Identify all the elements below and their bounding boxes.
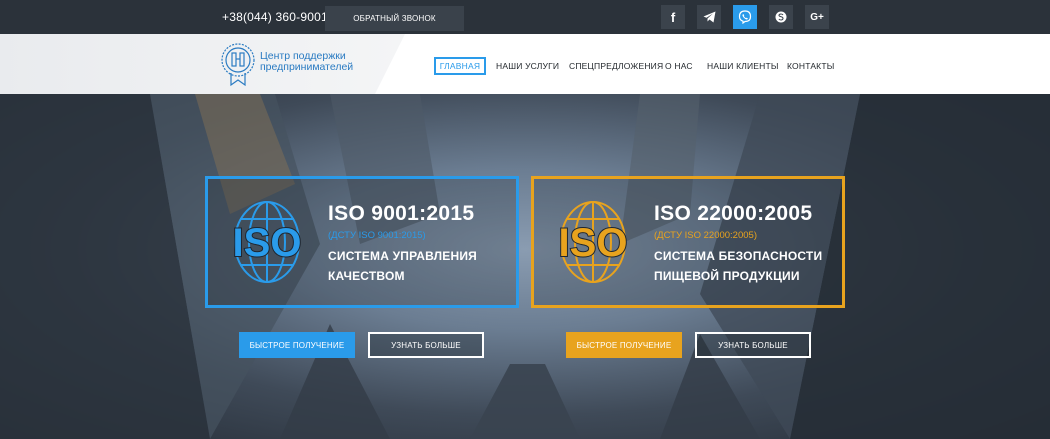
telegram-icon[interactable]: [697, 5, 721, 29]
logo-text[interactable]: Центр поддержки предпринимателей: [260, 51, 353, 73]
google-plus-glyph: G+: [810, 11, 824, 23]
nav-item-special-offers[interactable]: СПЕЦПРЕДЛОЖЕНИЯ: [569, 61, 663, 71]
iso-globe-logo-blue-icon: ISO: [232, 201, 302, 283]
callback-button[interactable]: ОБРАТНЫЙ ЗВОНОК: [325, 6, 464, 31]
iso-22000-learn-more-button[interactable]: УЗНАТЬ БОЛЬШЕ: [695, 332, 811, 358]
card-subtitle: (ДСТУ ISO 9001:2015): [328, 230, 426, 241]
card-description-line-1: СИСТЕМА БЕЗОПАСНОСТИ: [654, 249, 823, 263]
iso-22000-quick-get-button[interactable]: БЫСТРОЕ ПОЛУЧЕНИЕ: [566, 332, 682, 358]
iso-globe-logo-orange-icon: ISO: [558, 201, 628, 283]
company-logo-icon[interactable]: [218, 41, 264, 87]
card-description: СИСТЕМА УПРАВЛЕНИЯ КАЧЕСТВОМ: [328, 246, 508, 286]
iso-logo-text: ISO: [559, 221, 628, 265]
skype-icon[interactable]: [769, 5, 793, 29]
google-plus-icon[interactable]: G+: [805, 5, 829, 29]
nav-item-clients[interactable]: НАШИ КЛИЕНТЫ: [707, 61, 779, 71]
nav-item-services[interactable]: НАШИ УСЛУГИ: [496, 61, 559, 71]
nav-item-home[interactable]: ГЛАВНАЯ: [434, 57, 486, 75]
card-description: СИСТЕМА БЕЗОПАСНОСТИ ПИЩЕВОЙ ПРОДУКЦИИ: [654, 246, 834, 286]
hero-section: ISO ISO 9001:2015 (ДСТУ ISO 9001:2015) С…: [0, 94, 1050, 439]
facebook-icon[interactable]: f: [661, 5, 685, 29]
facebook-glyph: f: [670, 9, 676, 25]
top-bar: +38(044) 360-9001 ОБРАТНЫЙ ЗВОНОК f G+: [0, 0, 1050, 34]
nav-item-about[interactable]: О НАС: [665, 61, 693, 71]
nav-item-contacts[interactable]: КОНТАКТЫ: [787, 61, 834, 71]
iso-9001-card[interactable]: ISO ISO 9001:2015 (ДСТУ ISO 9001:2015) С…: [205, 176, 519, 308]
card-title: ISO 9001:2015: [328, 202, 475, 225]
card-description-line-1: СИСТЕМА УПРАВЛЕНИЯ: [328, 249, 478, 263]
card-description-line-2: ПИЩЕВОЙ ПРОДУКЦИИ: [654, 269, 800, 283]
iso-22000-card[interactable]: ISO ISO 22000:2005 (ДСТУ ISO 22000:2005)…: [531, 176, 845, 308]
logo-line-2: предпринимателей: [260, 61, 354, 73]
phone-number[interactable]: +38(044) 360-9001: [222, 10, 328, 24]
viber-icon[interactable]: [733, 5, 757, 29]
iso-9001-learn-more-button[interactable]: УЗНАТЬ БОЛЬШЕ: [368, 332, 484, 358]
iso-9001-quick-get-button[interactable]: БЫСТРОЕ ПОЛУЧЕНИЕ: [239, 332, 355, 358]
card-title: ISO 22000:2005: [654, 202, 813, 225]
skyscrapers-background-image: [0, 94, 1050, 439]
card-description-line-2: КАЧЕСТВОМ: [328, 269, 405, 283]
card-subtitle: (ДСТУ ISO 22000:2005): [654, 230, 757, 241]
iso-logo-text: ISO: [233, 221, 302, 265]
